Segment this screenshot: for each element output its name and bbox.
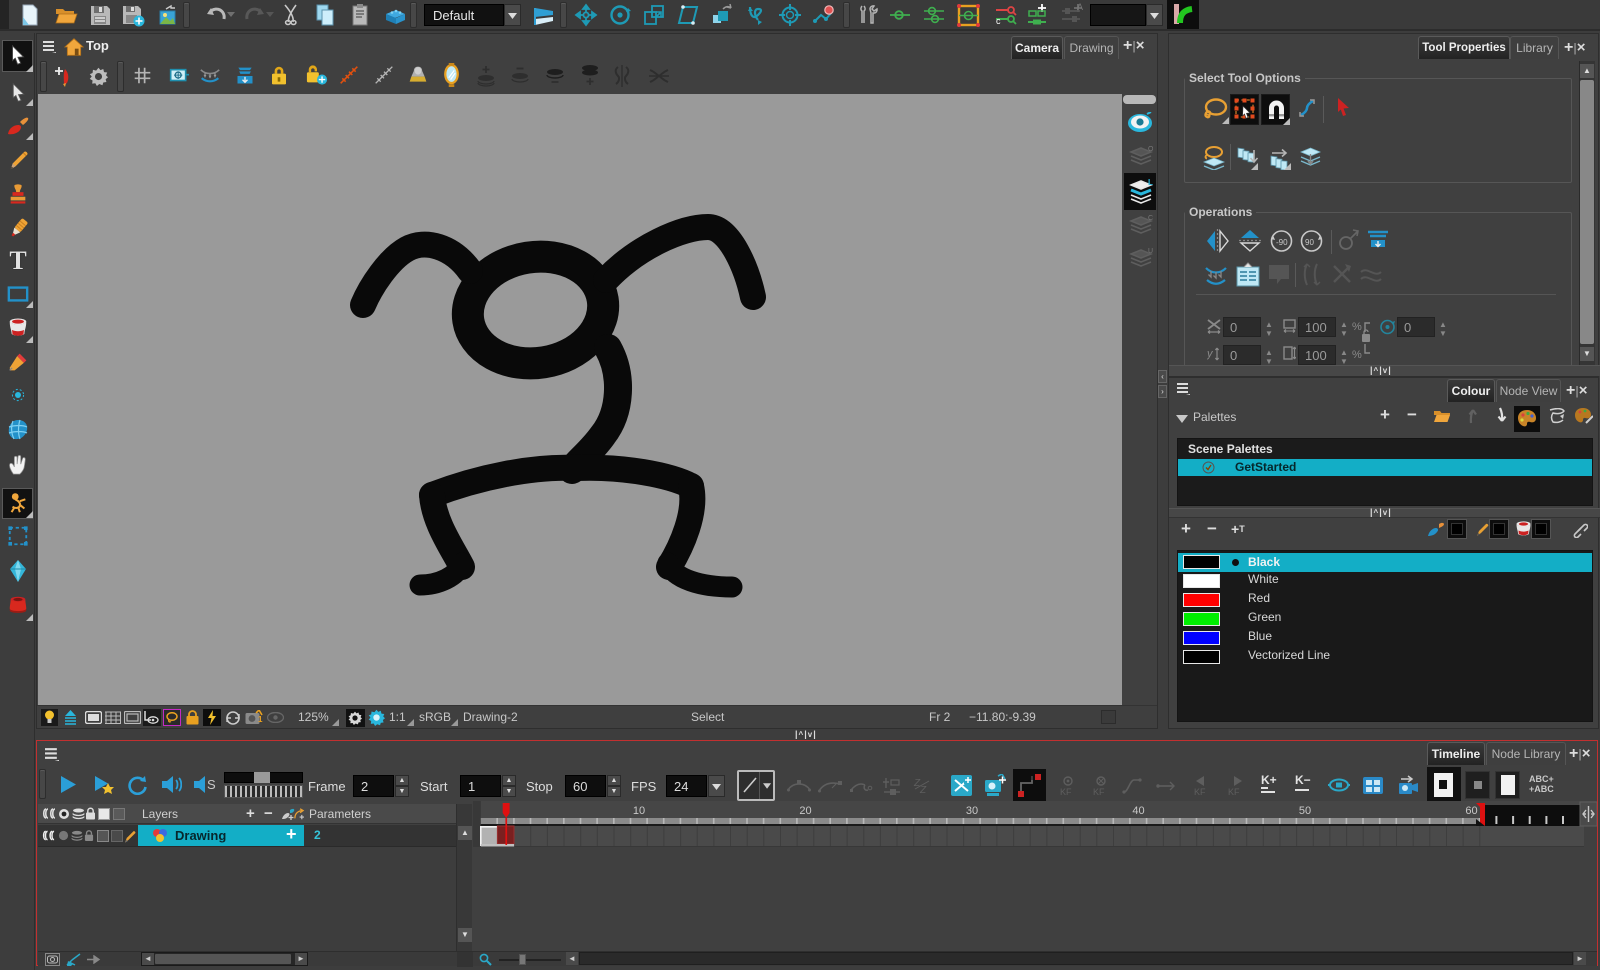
svg-text:60: 60 (1465, 805, 1477, 817)
svg-text:O: O (1148, 146, 1153, 153)
svg-text:KF: KF (1228, 787, 1240, 797)
svg-text:KF: KF (1194, 787, 1206, 797)
svg-text:S: S (207, 777, 216, 792)
svg-text:10: 10 (633, 805, 645, 817)
svg-text:L: L (1148, 178, 1153, 187)
svg-text:50: 50 (1299, 805, 1311, 817)
svg-text:y: y (1207, 348, 1214, 360)
svg-text:A: A (1077, 2, 1083, 12)
svg-text:-90: -90 (1276, 238, 1288, 247)
svg-text:90: 90 (1305, 238, 1314, 247)
svg-text:20: 20 (799, 805, 811, 817)
svg-text:1: 1 (258, 715, 263, 724)
svg-text:30: 30 (966, 805, 978, 817)
svg-text:C: C (1148, 215, 1153, 222)
svg-text:KF: KF (1060, 787, 1072, 797)
svg-text:U: U (1148, 248, 1153, 255)
svg-text:KF: KF (1093, 787, 1105, 797)
svg-text:40: 40 (1132, 805, 1144, 817)
svg-text:c: c (996, 16, 1001, 26)
